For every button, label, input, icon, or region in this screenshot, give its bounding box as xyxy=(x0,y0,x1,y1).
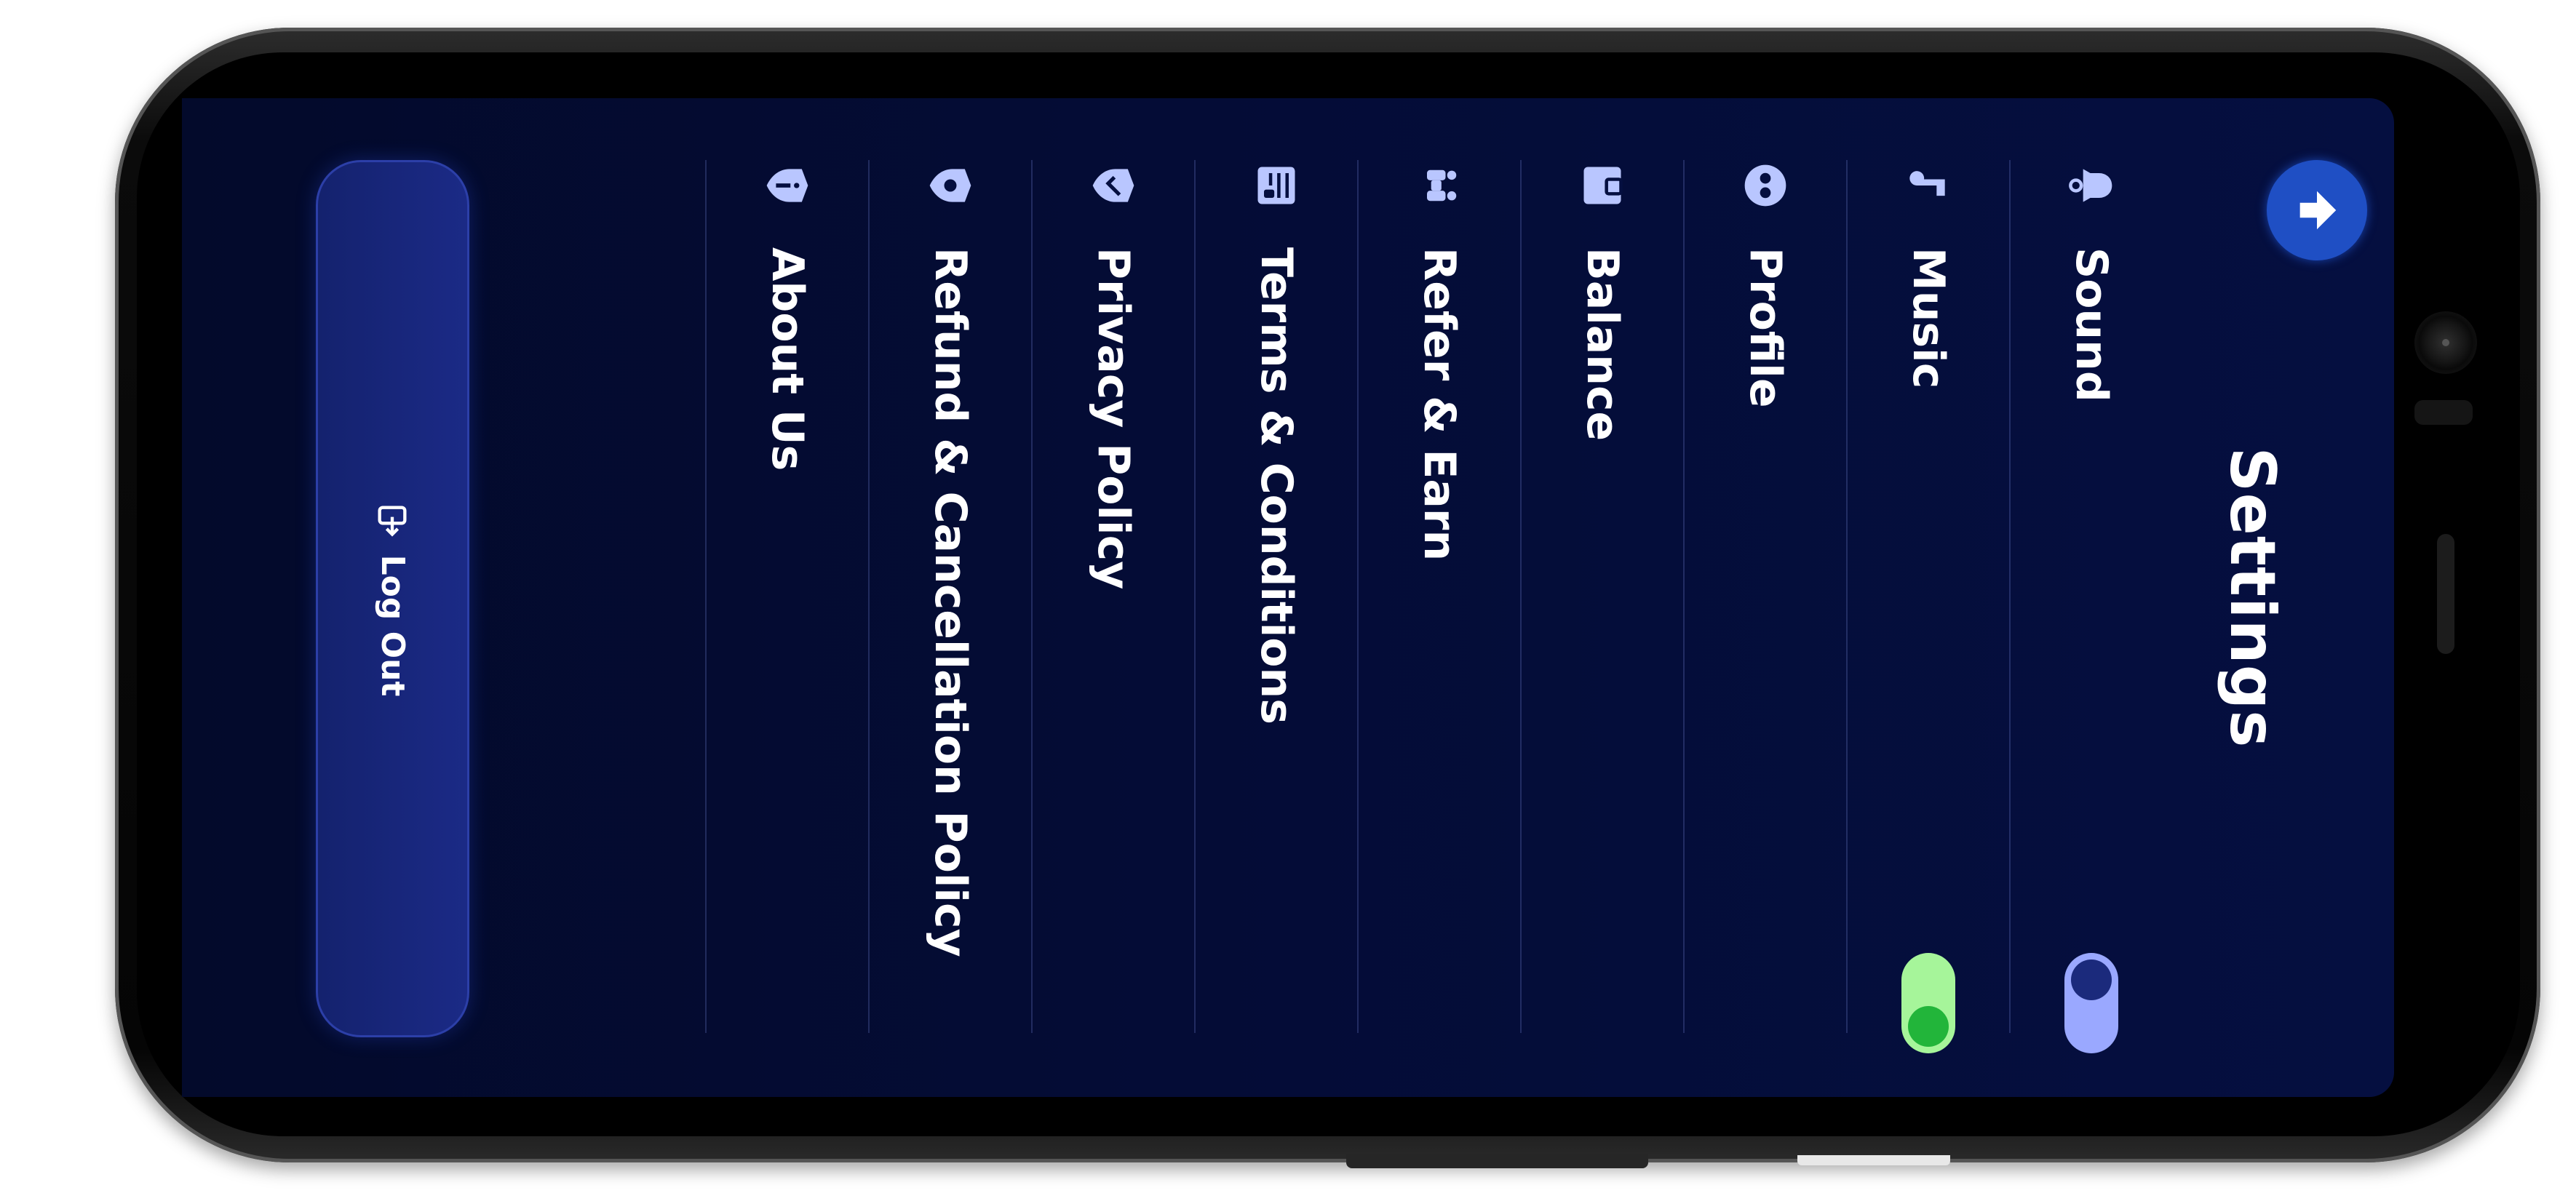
shield-refund-icon xyxy=(925,160,976,211)
arrow-up-icon xyxy=(2299,191,2337,230)
page-title: Settings xyxy=(2216,447,2289,749)
shield-check-icon xyxy=(1088,160,1139,211)
menu-item-privacy[interactable]: Privacy Policy xyxy=(1031,160,1194,1033)
refer-icon xyxy=(1414,160,1465,211)
front-camera xyxy=(2414,311,2477,374)
menu-item-sound: Sound xyxy=(2009,160,2172,1053)
profile-icon xyxy=(1740,160,1791,211)
proximity-sensor xyxy=(2414,400,2473,425)
menu-label-privacy: Privacy Policy xyxy=(1088,247,1139,590)
settings-screen: Settings Sound Music Profile Balance Ref… xyxy=(182,98,2394,1097)
earpiece-speaker xyxy=(2437,534,2454,654)
sound-toggle[interactable] xyxy=(2064,953,2118,1053)
logout-label: Log Out xyxy=(374,554,411,697)
music-note-icon xyxy=(1903,160,1954,211)
wallet-icon xyxy=(1577,160,1628,211)
menu-item-music: Music xyxy=(1846,160,2009,1053)
shield-info-icon xyxy=(762,160,813,211)
menu-label-terms: Terms & Conditions xyxy=(1251,247,1302,725)
logout-button[interactable]: Log Out xyxy=(316,160,469,1037)
phone-screen: Settings Sound Music Profile Balance Ref… xyxy=(182,98,2394,1097)
menu-item-profile[interactable]: Profile xyxy=(1683,160,1846,1033)
menu-item-refund[interactable]: Refund & Cancellation Policy xyxy=(868,160,1031,1033)
menu-label-about: About Us xyxy=(762,247,813,471)
document-icon xyxy=(1251,160,1302,211)
toggle-knob xyxy=(1908,1006,1949,1047)
menu-label-refund: Refund & Cancellation Policy xyxy=(925,247,976,957)
settings-menu: Sound Music Profile Balance Refer & Earn… xyxy=(705,160,2172,1053)
logout-icon xyxy=(378,506,407,537)
menu-label-refer-earn: Refer & Earn xyxy=(1414,247,1465,562)
music-toggle[interactable] xyxy=(1901,953,1955,1053)
menu-item-about[interactable]: About Us xyxy=(705,160,868,1033)
power-button xyxy=(1797,1155,1950,1165)
toggle-knob xyxy=(2071,959,2112,1000)
menu-item-refer-earn[interactable]: Refer & Earn xyxy=(1357,160,1520,1033)
bell-icon xyxy=(2066,160,2117,211)
menu-item-balance[interactable]: Balance xyxy=(1520,160,1683,1033)
menu-label-balance: Balance xyxy=(1577,247,1628,442)
menu-label-music: Music xyxy=(1903,247,1954,389)
menu-label-profile: Profile xyxy=(1740,247,1791,408)
menu-label-sound: Sound xyxy=(2066,247,2117,402)
menu-item-terms[interactable]: Terms & Conditions xyxy=(1194,160,1357,1033)
volume-button xyxy=(1346,1154,1648,1168)
